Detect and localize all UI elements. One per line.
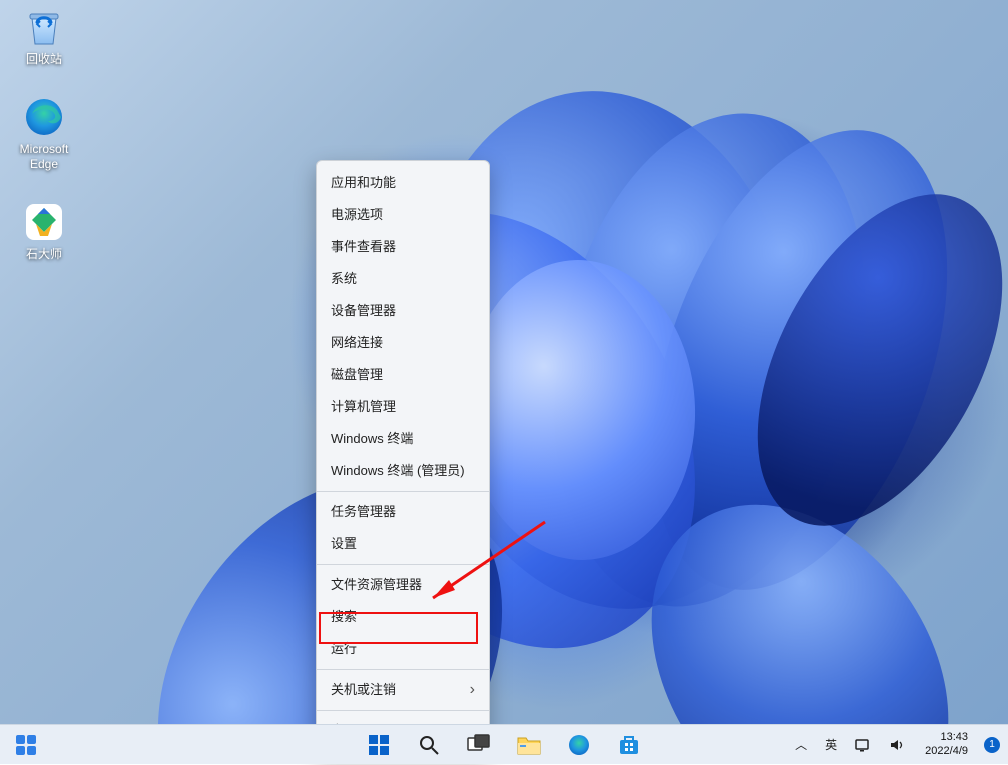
menu-item-event-viewer[interactable]: 事件查看器 xyxy=(317,231,489,263)
menu-item-power-options[interactable]: 电源选项 xyxy=(317,199,489,231)
desktop-icon-label: 回收站 xyxy=(26,52,62,66)
desktop[interactable]: 回收站 Microsoft Edge xyxy=(0,0,1008,724)
menu-separator xyxy=(317,669,489,670)
clock-time: 13:43 xyxy=(940,731,968,745)
desktop-icons: 回收站 Microsoft Edge xyxy=(6,6,82,262)
taskbar: ︿ 英 13:43 2022/4/9 1 xyxy=(0,724,1008,764)
widgets-button[interactable] xyxy=(6,725,46,765)
menu-item-settings[interactable]: 设置 xyxy=(317,528,489,560)
clock-date: 2022/4/9 xyxy=(925,745,968,759)
network-icon[interactable] xyxy=(851,725,875,765)
recycle-bin-icon xyxy=(23,6,65,48)
taskbar-file-explorer[interactable] xyxy=(509,725,549,765)
start-button[interactable] xyxy=(359,725,399,765)
chevron-up-icon: ︿ xyxy=(795,736,807,753)
winx-menu: 应用和功能 电源选项 事件查看器 系统 设备管理器 网络连接 磁盘管理 计算机管… xyxy=(316,160,490,754)
menu-item-search[interactable]: 搜索 xyxy=(317,601,489,633)
taskbar-search-button[interactable] xyxy=(409,725,449,765)
volume-icon[interactable] xyxy=(885,725,909,765)
menu-separator xyxy=(317,564,489,565)
tray-overflow-chevron[interactable]: ︿ xyxy=(791,725,811,765)
wallpaper-bloom xyxy=(0,0,1008,724)
task-view-button[interactable] xyxy=(459,725,499,765)
taskbar-clock[interactable]: 13:43 2022/4/9 xyxy=(919,731,974,759)
desktop-icon-label: 石大师 xyxy=(26,247,62,261)
menu-item-system[interactable]: 系统 xyxy=(317,263,489,295)
taskbar-microsoft-store[interactable] xyxy=(609,725,649,765)
menu-item-device-manager[interactable]: 设备管理器 xyxy=(317,295,489,327)
desktop-icon-edge[interactable]: Microsoft Edge xyxy=(6,96,82,171)
menu-item-computer-management[interactable]: 计算机管理 xyxy=(317,391,489,423)
menu-item-apps-features[interactable]: 应用和功能 xyxy=(317,167,489,199)
menu-item-windows-terminal-admin[interactable]: Windows 终端 (管理员) xyxy=(317,455,489,487)
desktop-icon-recycle-bin[interactable]: 回收站 xyxy=(6,6,82,66)
menu-item-run[interactable]: 运行 xyxy=(317,633,489,665)
menu-item-disk-management[interactable]: 磁盘管理 xyxy=(317,359,489,391)
menu-item-windows-terminal[interactable]: Windows 终端 xyxy=(317,423,489,455)
taskbar-edge[interactable] xyxy=(559,725,599,765)
app-icon xyxy=(23,201,65,243)
edge-icon xyxy=(23,96,65,138)
menu-item-network-connections[interactable]: 网络连接 xyxy=(317,327,489,359)
notification-badge[interactable]: 1 xyxy=(984,737,1000,753)
menu-item-file-explorer[interactable]: 文件资源管理器 xyxy=(317,569,489,601)
menu-item-task-manager[interactable]: 任务管理器 xyxy=(317,496,489,528)
desktop-icon-label: Microsoft Edge xyxy=(6,142,82,171)
desktop-icon-shidashi[interactable]: 石大师 xyxy=(6,201,82,261)
menu-item-shutdown-signout[interactable]: 关机或注销 xyxy=(317,674,489,706)
menu-separator xyxy=(317,491,489,492)
ime-indicator[interactable]: 英 xyxy=(821,725,841,765)
menu-separator xyxy=(317,710,489,711)
